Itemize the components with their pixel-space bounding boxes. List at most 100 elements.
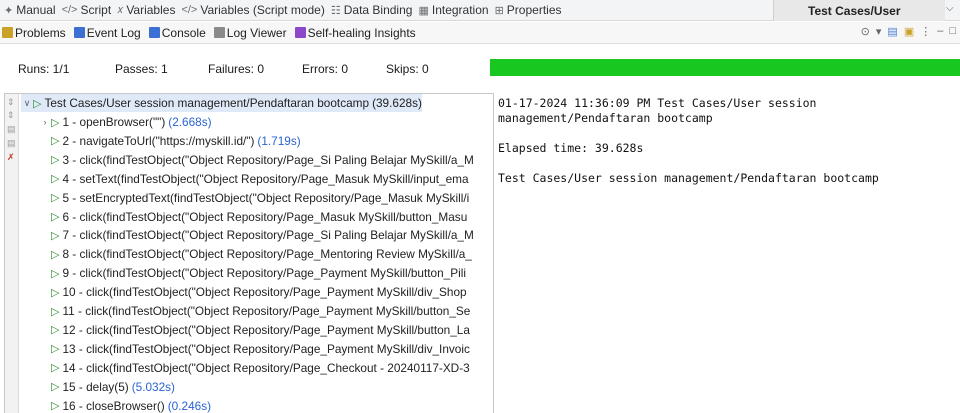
- pass-icon: ▷: [51, 343, 60, 356]
- database-icon: ☷: [330, 4, 341, 17]
- maximize-icon[interactable]: □: [949, 25, 956, 38]
- pass-icon: ▷: [51, 116, 60, 129]
- pass-icon: ▷: [51, 248, 60, 261]
- pass-icon: ▷: [51, 211, 60, 223]
- expand-icon[interactable]: ⇕: [7, 110, 15, 121]
- dropdown-icon[interactable]: ▾: [876, 25, 882, 38]
- view-toolbar: ⊙ ▾ ▤ ▣ ⋮ – □: [861, 25, 956, 38]
- lock-icon[interactable]: ▣: [904, 25, 914, 38]
- pass-icon: ▷: [51, 173, 60, 186]
- view-tab-label: Self-healing Insights: [307, 25, 416, 40]
- tree-step[interactable]: ▷ 14 - click(findTestObject("Object Repos…: [39, 359, 470, 377]
- pass-icon: ▷: [51, 192, 60, 205]
- tree-step-label: 13 - click(findTestObject("Object Reposi…: [62, 341, 470, 356]
- editor-tab-test-case[interactable]: Test Cases/User: [773, 0, 945, 21]
- view-tab-label: Log Viewer: [226, 25, 287, 40]
- tree-step[interactable]: ▷ 11 - click(findTestObject("Object Repos…: [39, 302, 470, 320]
- editor-subtab-0[interactable]: ✦ Manual: [4, 3, 56, 17]
- editor-subtab-5[interactable]: ▦ Integration: [418, 3, 488, 17]
- collapse-all-icon[interactable]: ⇕: [7, 97, 15, 108]
- tree-step[interactable]: ▷ 4 - setText(findTestObject("Object Repo…: [39, 170, 469, 188]
- editor-subtab-1[interactable]: </> Script: [62, 3, 112, 17]
- minimize-icon[interactable]: –: [937, 25, 943, 38]
- tree-root[interactable]: ∨ ▷ Test Cases/User session management/P…: [21, 94, 422, 112]
- pass-icon: ▷: [51, 400, 60, 412]
- prev-failure-icon[interactable]: ▤: [7, 138, 16, 149]
- tree-step[interactable]: ▷ 9 - click(findTestObject("Object Reposi…: [39, 264, 466, 282]
- view-tab-1[interactable]: Event Log: [73, 25, 141, 40]
- tree-step[interactable]: ▷ 10 - click(findTestObject("Object Repos…: [39, 283, 467, 301]
- log-output: 01-17-2024 11:36:09 PM Test Cases/User s…: [497, 93, 960, 413]
- tab-label: Variables: [126, 3, 176, 17]
- tree-toolbar: ⇕ ⇕ ▤ ▤ ✗: [5, 94, 19, 413]
- tree-step[interactable]: ▷ 15 - delay(5) (5.032s): [39, 378, 175, 396]
- pass-icon: ▷: [51, 362, 60, 375]
- tree-step-label: 10 - click(findTestObject("Object Reposi…: [62, 285, 467, 300]
- pass-icon: ▷: [51, 286, 60, 299]
- view-tab-label: Event Log: [86, 25, 141, 40]
- editor-subtab-3[interactable]: </> Variables (Script mode): [181, 3, 324, 17]
- chevron-down-icon[interactable]: ∨: [21, 98, 33, 109]
- problems-icon: [2, 27, 13, 38]
- tree-step[interactable]: ▷ 8 - click(findTestObject("Object Reposi…: [39, 245, 472, 263]
- runs-count: Runs: 1/1: [18, 62, 70, 76]
- tab-label: Integration: [431, 3, 489, 17]
- tree-step-duration: (2.668s): [168, 115, 212, 129]
- tree-step[interactable]: ▷ 16 - closeBrowser() (0.246s): [39, 397, 211, 413]
- view-tab-0[interactable]: Problems: [2, 26, 66, 40]
- script-icon: </>: [61, 4, 78, 16]
- log-line: 01-17-2024 11:36:09 PM Test Cases/User s…: [498, 96, 817, 110]
- view-tab-3[interactable]: Log Viewer: [213, 25, 287, 40]
- view-tab-label: Console: [161, 25, 206, 40]
- progress-bar: [490, 59, 960, 76]
- tab-label: Data Binding: [343, 3, 413, 17]
- log-line: management/Pendaftaran bootcamp: [498, 111, 713, 125]
- tree-step[interactable]: › ▷ 1 - openBrowser("") (2.668s): [39, 113, 212, 131]
- tree-step-label: 7 - click(findTestObject("Object Reposit…: [62, 228, 474, 243]
- tree-step[interactable]: ▷ 7 - click(findTestObject("Object Reposi…: [39, 226, 474, 244]
- pass-icon: ▷: [51, 305, 60, 318]
- tree-step[interactable]: ▷ 13 - click(findTestObject("Object Repos…: [39, 340, 470, 358]
- tab-label: Properties: [506, 3, 562, 17]
- layout-icon[interactable]: ▤: [887, 25, 897, 38]
- tree-step-duration: (0.246s): [167, 398, 212, 413]
- tree-step-duration: (1.719s): [257, 133, 301, 148]
- next-failure-icon[interactable]: ▤: [7, 124, 16, 135]
- tab-label: Script: [80, 3, 112, 17]
- tree-step[interactable]: ▷ 3 - click(findTestObject("Object Reposi…: [39, 151, 474, 169]
- editor-subtab-4[interactable]: ☷ Data Binding: [331, 3, 413, 17]
- pass-icon: ▷: [51, 324, 60, 337]
- filter-icon[interactable]: ⊙: [861, 25, 870, 38]
- self-healing-icon: [294, 27, 306, 38]
- skips-count: Skips: 0: [386, 62, 429, 76]
- pass-icon: ▷: [51, 381, 60, 394]
- chevron-right-icon[interactable]: ›: [39, 117, 51, 127]
- tree-step[interactable]: ▷ 6 - click(findTestObject("Object Reposi…: [39, 208, 467, 226]
- passes-count: Passes: 1: [115, 62, 168, 76]
- tree-step[interactable]: ▷ 2 - navigateToUrl("https://myskill.id/"…: [39, 132, 301, 150]
- chevron-down-icon[interactable]: ⌵: [946, 3, 954, 14]
- pass-icon: ▷: [33, 97, 42, 110]
- editor-subtab-6[interactable]: ⊞ Properties: [495, 3, 562, 17]
- tree-root-label: Test Cases/User session management/Penda…: [44, 96, 370, 110]
- tree-root-duration: (39.628s): [372, 96, 422, 110]
- variables-icon: 𝑥: [117, 3, 124, 16]
- failures-only-icon[interactable]: ✗: [7, 152, 15, 163]
- view-tab-4[interactable]: Self-healing Insights: [294, 25, 416, 40]
- tree-step-label: 11 - click(findTestObject("Object Reposi…: [62, 304, 471, 318]
- more-icon[interactable]: ⋮: [920, 25, 931, 38]
- pass-icon: ▷: [51, 229, 60, 242]
- pass-icon: ▷: [51, 267, 60, 280]
- tab-label: Manual: [16, 3, 56, 17]
- tree-step[interactable]: ▷ 12 - click(findTestObject("Object Repos…: [39, 321, 470, 339]
- view-tab-2[interactable]: Console: [148, 25, 206, 40]
- event-log-icon: [73, 27, 85, 38]
- log-viewer-icon: [213, 27, 225, 38]
- editor-subtab-2[interactable]: 𝑥 Variables: [117, 3, 175, 17]
- tree-step-duration: (5.032s): [131, 379, 175, 394]
- tree-step-label: 5 - setEncryptedText(findTestObject("Obj…: [62, 190, 470, 205]
- tree-step[interactable]: ▷ 5 - setEncryptedText(findTestObject("Ob…: [39, 189, 469, 207]
- failures-count: Failures: 0: [208, 62, 265, 76]
- view-tab-label: Problems: [15, 25, 66, 40]
- tree-step-label: 3 - click(findTestObject("Object Reposit…: [62, 152, 474, 167]
